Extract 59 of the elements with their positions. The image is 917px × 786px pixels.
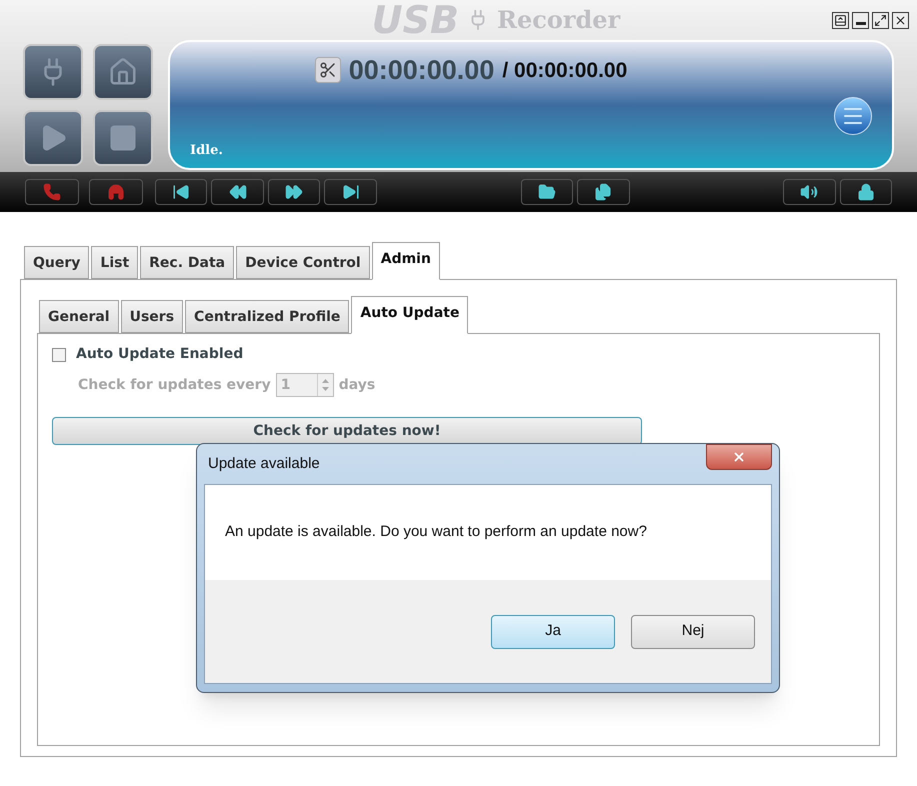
lock-button[interactable] xyxy=(840,179,892,205)
minimize-icon xyxy=(856,22,866,24)
speaker-icon xyxy=(800,183,818,201)
interval-unit: days xyxy=(338,376,376,394)
close-icon xyxy=(732,450,746,464)
skip-back-icon xyxy=(172,183,190,201)
scissors-icon xyxy=(318,61,337,80)
lock-icon xyxy=(856,183,875,201)
phone-button[interactable] xyxy=(25,179,79,205)
house-icon xyxy=(108,57,138,87)
checkbox-label: Auto Update Enabled xyxy=(76,345,244,364)
dialog-button[interactable]: Ja xyxy=(491,614,615,648)
dialog-message: An update is available. Do you want to perform an update now? xyxy=(225,522,647,542)
total-time: / 00:00:00.00 xyxy=(502,58,628,84)
skip-back-button[interactable] xyxy=(155,179,208,205)
folder-button[interactable] xyxy=(520,179,574,205)
tab[interactable]: Query xyxy=(24,246,90,279)
folder-icon xyxy=(538,183,556,201)
maximize-icon xyxy=(874,14,887,26)
skip-forward-button[interactable] xyxy=(324,179,377,205)
dialog-title: Update available xyxy=(208,454,320,474)
stop-icon xyxy=(108,123,138,153)
headphones-button[interactable] xyxy=(89,179,143,205)
tab[interactable]: List xyxy=(91,246,138,279)
speaker-button[interactable] xyxy=(783,179,836,205)
tab[interactable]: Device Control xyxy=(236,246,370,279)
skip-forward-icon xyxy=(342,183,360,201)
elapsed-time: 00:00:00.00 xyxy=(348,54,494,87)
tab[interactable]: Auto Update xyxy=(351,296,468,334)
close-icon xyxy=(894,14,907,26)
layout-button[interactable] xyxy=(832,12,849,28)
house-button[interactable] xyxy=(93,44,153,100)
play-button[interactable] xyxy=(23,110,83,166)
spinner-arrows-icon xyxy=(320,378,330,392)
rewind-icon xyxy=(228,183,247,201)
minimize-button[interactable] xyxy=(852,12,869,28)
tab[interactable]: Centralized Profile xyxy=(185,300,350,333)
files-icon xyxy=(594,183,612,201)
plug-button[interactable] xyxy=(23,44,83,100)
files-button[interactable] xyxy=(577,179,630,205)
stop-button[interactable] xyxy=(93,110,153,166)
tab[interactable]: Rec. Data xyxy=(140,246,234,279)
headphones-icon xyxy=(107,183,125,201)
interval-value: 1 xyxy=(280,376,292,394)
fast-forward-button[interactable] xyxy=(268,179,320,205)
maximize-button[interactable] xyxy=(872,12,889,28)
tab[interactable]: Admin xyxy=(372,242,440,280)
tab[interactable]: Users xyxy=(120,300,184,333)
round-button[interactable] xyxy=(834,96,872,134)
phone-icon xyxy=(43,183,61,201)
fast-forward-icon xyxy=(285,183,304,201)
layout-icon xyxy=(834,14,847,26)
scissors-button[interactable] xyxy=(314,57,341,84)
dialog-button[interactable]: Nej xyxy=(631,614,755,648)
status-text: Idle. xyxy=(190,142,224,160)
interval-label: Check for updates every xyxy=(78,376,271,394)
close-button[interactable] xyxy=(892,12,909,28)
rewind-button[interactable] xyxy=(211,179,264,205)
tab[interactable]: General xyxy=(39,300,119,333)
